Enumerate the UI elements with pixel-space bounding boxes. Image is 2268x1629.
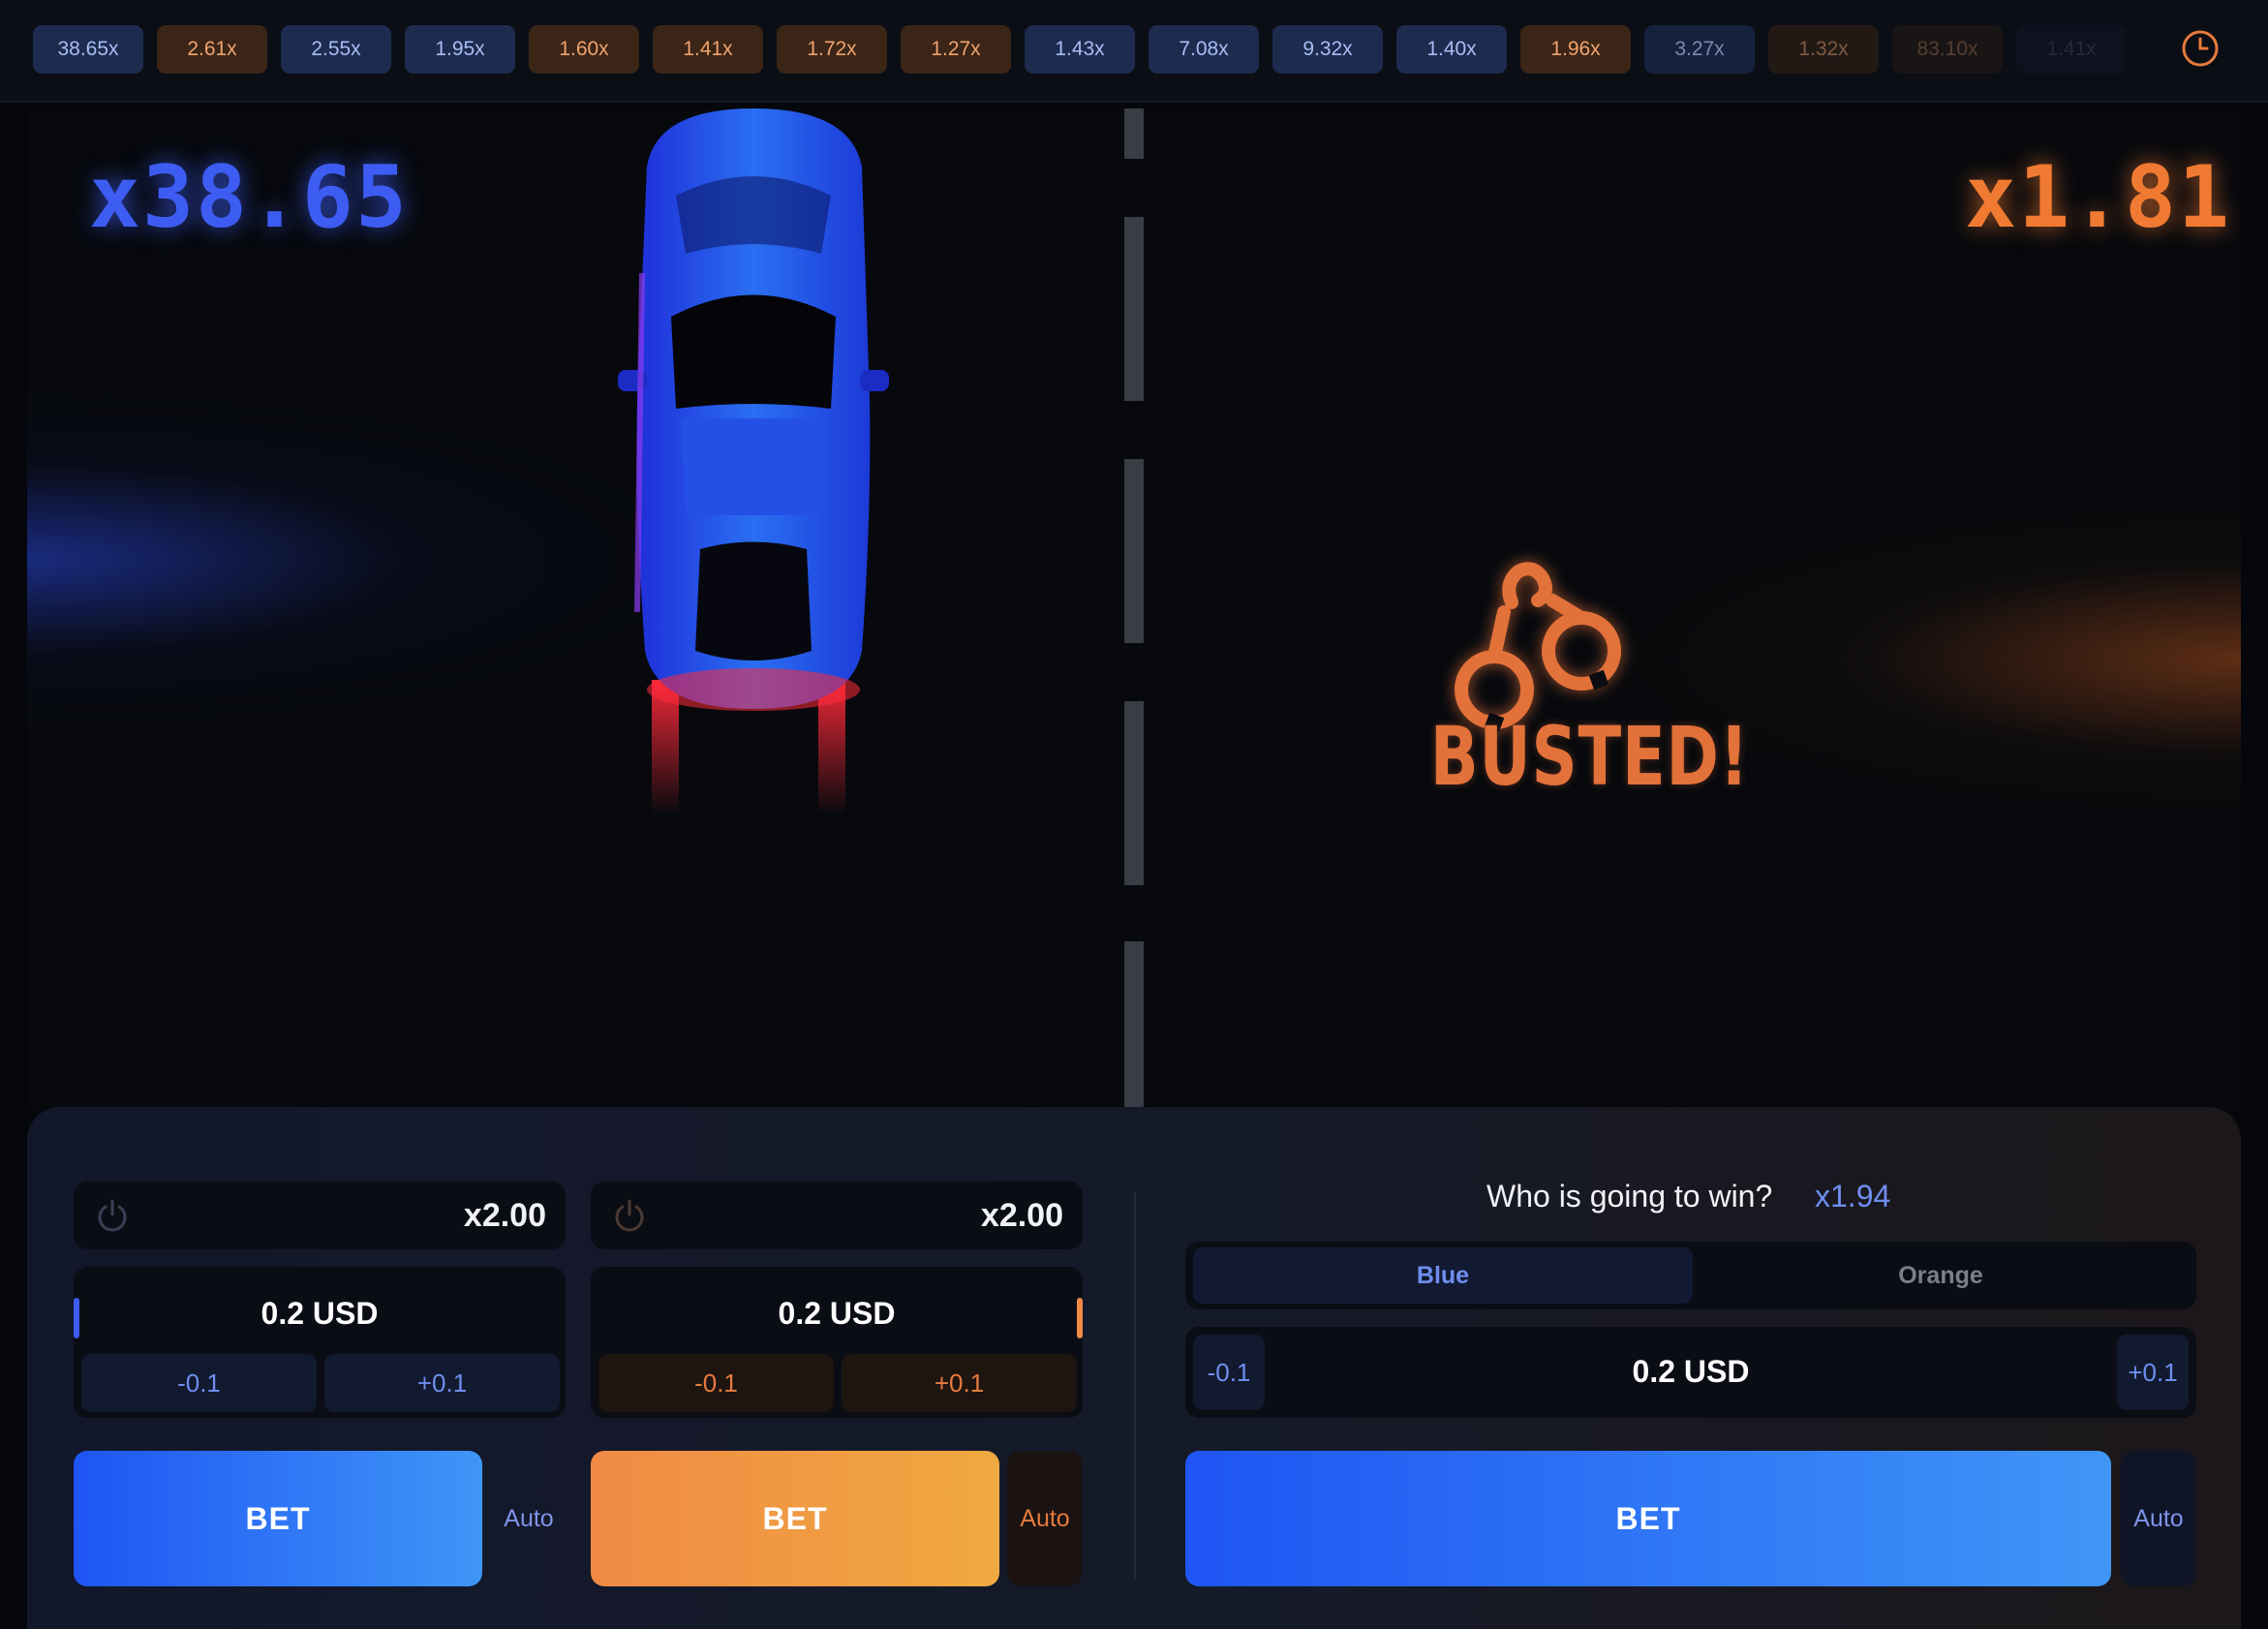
- bet-amount-box-1: 0.2 USD -0.1 +0.1: [74, 1267, 566, 1418]
- amount-value: 0.2: [778, 1296, 822, 1331]
- auto-cashout-value: x2.00: [463, 1197, 546, 1234]
- history-chip[interactable]: 1.40x: [1396, 25, 1507, 74]
- decrease-button[interactable]: -0.1: [81, 1354, 317, 1412]
- tab-orange[interactable]: Orange: [1693, 1247, 2189, 1304]
- history-chip[interactable]: 7.08x: [1149, 25, 1259, 74]
- history-chip[interactable]: 1.41x: [2016, 25, 2127, 74]
- history-chip[interactable]: 1.95x: [405, 25, 515, 74]
- power-icon[interactable]: [610, 1196, 649, 1235]
- auto-cashout-field-2[interactable]: x2.00: [591, 1182, 1083, 1249]
- lane-divider: [1124, 701, 1144, 885]
- increase-button[interactable]: +0.1: [842, 1354, 1077, 1412]
- history-chip[interactable]: 1.32x: [1768, 25, 1879, 74]
- busted-label: BUSTED!: [1429, 709, 1750, 804]
- team-toggle: Blue Orange: [1185, 1242, 2196, 1309]
- bet-amount-2[interactable]: 0.2 USD: [591, 1296, 1083, 1332]
- bet-button-blue[interactable]: BET: [74, 1451, 482, 1586]
- winner-multiplier: x1.94: [1815, 1179, 1891, 1214]
- bet-button-orange[interactable]: BET: [591, 1451, 999, 1586]
- clock-icon[interactable]: [2181, 29, 2220, 68]
- history-chip[interactable]: 2.61x: [157, 25, 267, 74]
- multiplier-history-bar: 38.65x 2.61x 2.55x 1.95x 1.60x 1.41x 1.72x 1.27…: [0, 0, 2268, 103]
- winner-bet-amount[interactable]: 0.2 USD: [1185, 1354, 2196, 1390]
- blue-car-icon: [618, 108, 889, 815]
- decrease-button[interactable]: -0.1: [598, 1354, 834, 1412]
- currency: USD: [312, 1296, 379, 1331]
- bet-amount-1[interactable]: 0.2 USD: [74, 1296, 566, 1332]
- winner-amount-box: -0.1 0.2 USD +0.1: [1185, 1327, 2196, 1418]
- panel-divider: [1134, 1191, 1136, 1579]
- lane-divider: [1124, 941, 1144, 1111]
- auto-button-winner[interactable]: Auto: [2121, 1451, 2196, 1586]
- history-chip[interactable]: 1.43x: [1025, 25, 1135, 74]
- power-icon[interactable]: [93, 1196, 132, 1235]
- history-chip[interactable]: 1.27x: [901, 25, 1011, 74]
- auto-cashout-value: x2.00: [980, 1197, 1063, 1234]
- history-chip[interactable]: 1.72x: [777, 25, 887, 74]
- increase-button[interactable]: +0.1: [324, 1354, 560, 1412]
- increase-button[interactable]: +0.1: [2117, 1335, 2189, 1410]
- lane-divider: [1124, 108, 1144, 159]
- tab-blue[interactable]: Blue: [1193, 1247, 1693, 1304]
- history-chip[interactable]: 9.32x: [1272, 25, 1383, 74]
- bet-button-winner[interactable]: BET: [1185, 1451, 2111, 1586]
- auto-button-1[interactable]: Auto: [492, 1451, 566, 1586]
- race-track: x38.65 x1.81 BUSTED!: [27, 108, 2241, 1111]
- orange-multiplier: x1.81: [1965, 147, 2231, 247]
- history-chip[interactable]: 38.65x: [33, 25, 143, 74]
- auto-button-2[interactable]: Auto: [1007, 1451, 1083, 1586]
- blue-multiplier: x38.65: [89, 147, 409, 247]
- history-chip[interactable]: 83.10x: [1892, 25, 2003, 74]
- history-chip[interactable]: 3.27x: [1644, 25, 1755, 74]
- lane-divider: [1124, 459, 1144, 643]
- currency: USD: [1683, 1354, 1750, 1389]
- history-chip[interactable]: 1.41x: [653, 25, 763, 74]
- auto-cashout-field-1[interactable]: x2.00: [74, 1182, 566, 1249]
- currency: USD: [829, 1296, 896, 1331]
- bet-amount-box-2: 0.2 USD -0.1 +0.1: [591, 1267, 1083, 1418]
- amount-value: 0.2: [261, 1296, 305, 1331]
- lane-divider: [1124, 217, 1144, 401]
- history-chips: 38.65x 2.61x 2.55x 1.95x 1.60x 1.41x 1.72x 1.27…: [33, 25, 2140, 74]
- history-chip[interactable]: 2.55x: [281, 25, 391, 74]
- amount-value: 0.2: [1632, 1354, 1676, 1389]
- history-chip[interactable]: 1.96x: [1520, 25, 1631, 74]
- winner-question: Who is going to win?: [1486, 1179, 1773, 1214]
- history-chip[interactable]: 1.60x: [529, 25, 639, 74]
